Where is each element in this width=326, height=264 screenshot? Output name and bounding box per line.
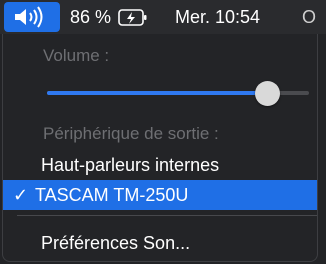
volume-menu-extra[interactable]	[4, 2, 60, 32]
output-device-label: TASCAM TM-250U	[35, 185, 189, 205]
volume-section-label: Volume :	[43, 46, 110, 65]
output-device-tascam[interactable]: ✓ TASCAM TM-250U	[3, 180, 317, 210]
battery-percentage[interactable]: 86 %	[70, 0, 111, 34]
output-device-internal-speakers[interactable]: Haut-parleurs internes	[3, 150, 317, 180]
output-device-label: Haut-parleurs internes	[41, 155, 220, 175]
volume-dropdown-menu: Volume : Périphérique de sortie : Haut-p…	[2, 34, 318, 262]
output-device-section-label: Périphérique de sortie :	[43, 124, 219, 143]
speaker-volume-icon	[15, 6, 43, 28]
sound-preferences-menu-item[interactable]: Préférences Son...	[3, 228, 317, 258]
menu-bar-overflow-item[interactable]: O	[302, 0, 316, 34]
volume-slider-knob[interactable]	[254, 81, 280, 106]
menu-bar-clock[interactable]: Mer. 10:54	[175, 0, 260, 34]
volume-slider-fill	[47, 91, 268, 95]
menu-bar: 86 % Mer. 10:54 O	[0, 0, 326, 34]
menu-divider	[17, 215, 317, 216]
sound-preferences-label: Préférences Son...	[41, 233, 191, 253]
checkmark-icon: ✓	[13, 185, 29, 205]
battery-charging-icon[interactable]	[118, 9, 148, 26]
